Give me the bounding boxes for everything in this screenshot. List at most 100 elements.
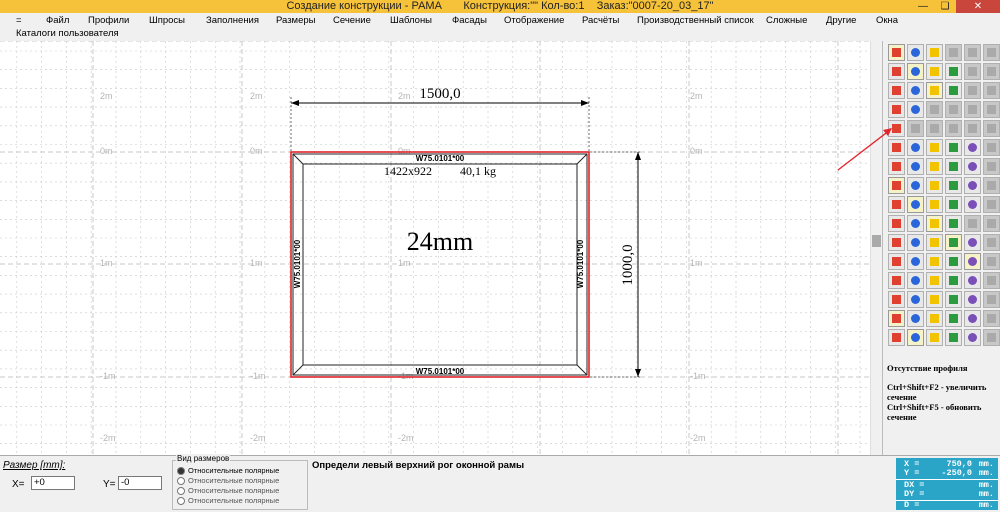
menu-item-dimensions[interactable]: Размеры — [276, 14, 315, 28]
shape2-tool-button[interactable] — [907, 196, 924, 213]
profile-tool-button[interactable] — [926, 63, 943, 80]
shape5-tool-button[interactable] — [964, 196, 981, 213]
radio-option-1[interactable]: Относительные полярные — [177, 466, 279, 476]
zoom-out-tool-button[interactable] — [888, 234, 905, 251]
grid-yellow-tool-button[interactable] — [888, 291, 905, 308]
menu-item-fillings[interactable]: Заполнения — [206, 14, 259, 28]
arc-tool-button[interactable] — [926, 44, 943, 61]
shape3-tool-button[interactable] — [926, 177, 943, 194]
door-tool-button[interactable] — [926, 291, 943, 308]
cross-tool-button[interactable] — [888, 253, 905, 270]
mirror-tool-button[interactable] — [907, 139, 924, 156]
ghost-tool-button — [945, 120, 962, 137]
numbers-tool-button[interactable] — [926, 158, 943, 175]
shutter-tool-button[interactable] — [945, 291, 962, 308]
drawing-svg[interactable]: 0m 0m 0m 0m1m 1m 1m 1m-1m -1m -1m -1m2m 2m 2m 2m-2m -… — [0, 41, 870, 455]
radio-option-2[interactable]: Относительные полярные — [177, 476, 279, 486]
cross-red-tool-button[interactable] — [945, 272, 962, 289]
color-wheel-tool-button[interactable] — [907, 253, 924, 270]
minimize-button[interactable]: — — [912, 0, 934, 13]
menu-item-user-catalogs[interactable]: Каталоги пользователя — [16, 27, 119, 41]
menu-item-calculations[interactable]: Расчёты — [582, 14, 619, 28]
menu-item-display[interactable]: Отображение — [504, 14, 564, 28]
close-button[interactable]: ✕ — [956, 0, 1000, 13]
pencil-tool-button[interactable] — [888, 44, 905, 61]
undo-icon — [968, 238, 977, 247]
calc-tool-button[interactable] — [945, 82, 962, 99]
panel-tool-button[interactable] — [945, 310, 962, 327]
restore-button[interactable]: ❏ — [934, 0, 956, 13]
bookmark-tool-button[interactable] — [907, 272, 924, 289]
delete-tool-button[interactable] — [888, 101, 905, 118]
zoom-in-tool-button[interactable] — [907, 234, 924, 251]
expand-tool-button[interactable] — [926, 139, 943, 156]
undo-tool-button[interactable] — [964, 234, 981, 251]
x-input[interactable] — [31, 476, 75, 490]
menu-item-profiles[interactable]: Профили — [88, 14, 129, 28]
numbers-red-tool-button[interactable] — [945, 158, 962, 175]
shape-tool-button[interactable] — [888, 196, 905, 213]
shape5-tool-button[interactable] — [964, 177, 981, 194]
cards-tool-button[interactable] — [888, 272, 905, 289]
shape-tool-button[interactable] — [888, 177, 905, 194]
arrow-up-tool-button[interactable] — [888, 82, 905, 99]
globe-tool-button[interactable] — [945, 234, 962, 251]
menu-item-system[interactable]: = — [16, 14, 22, 28]
height-dimension-label[interactable]: 1000,0 — [620, 244, 636, 285]
question-tool-button[interactable] — [964, 272, 981, 289]
xyz2-tool-button[interactable] — [907, 310, 924, 327]
menu-item-file[interactable]: Файл — [46, 14, 69, 28]
shape2-tool-button[interactable] — [907, 177, 924, 194]
dxf2-tool-button[interactable] — [945, 215, 962, 232]
chart-tool-button[interactable] — [926, 253, 943, 270]
drawing-canvas[interactable]: 0m 0m 0m 0m 1m 1m 1m 1m -1m -1m -1m -1m 2m 2m 2m 2m -2m -… — [0, 41, 870, 455]
xyz-tool-button[interactable] — [888, 310, 905, 327]
frame-yellow-tool-button[interactable] — [964, 291, 981, 308]
frame-tool-button[interactable] — [888, 63, 905, 80]
dxf-tool-button[interactable] — [926, 215, 943, 232]
grid3-tool-button[interactable] — [888, 329, 905, 346]
shape4-tool-button[interactable] — [945, 177, 962, 194]
vertical-scroll-thumb[interactable] — [872, 235, 881, 247]
menu-item-section[interactable]: Сечение — [333, 14, 371, 28]
menu-item-facades[interactable]: Фасады — [452, 14, 487, 28]
profile-red-tool-button[interactable] — [945, 63, 962, 80]
copy-tool-button[interactable] — [926, 272, 943, 289]
grid-tool-button[interactable] — [926, 82, 943, 99]
h-tool-tool-button[interactable] — [945, 139, 962, 156]
menu-item-muntins[interactable]: Шпросы — [149, 14, 185, 28]
grid-red-tool-button[interactable] — [907, 329, 924, 346]
width-dimension[interactable]: 1500,0 — [290, 86, 590, 151]
arc-grid-tool-button[interactable] — [907, 82, 924, 99]
fill-yellow-tool-button[interactable] — [964, 329, 981, 346]
shape3-tool-button[interactable] — [926, 196, 943, 213]
shape6-tool-button[interactable] — [907, 215, 924, 232]
radio-option-4[interactable]: Относительные полярные — [177, 496, 279, 506]
menu-item-windows[interactable]: Окна — [876, 14, 898, 28]
y-input[interactable] — [118, 476, 162, 490]
grid2-tool-button[interactable] — [907, 291, 924, 308]
square2-tool-button[interactable] — [907, 158, 924, 175]
grid-label: 0m — [690, 146, 703, 156]
check-tool-button[interactable] — [964, 253, 981, 270]
paint-tool-button[interactable] — [888, 215, 905, 232]
pen-tool-button[interactable] — [945, 253, 962, 270]
width-dimension-label[interactable]: 1500,0 — [419, 86, 460, 102]
stairs-tool-button[interactable] — [964, 310, 981, 327]
scn-tool-button[interactable] — [926, 310, 943, 327]
menu-item-other[interactable]: Другие — [826, 14, 856, 28]
menu-item-complex[interactable]: Сложные — [766, 14, 807, 28]
fill-label: 24mm — [407, 227, 473, 256]
blue-tool-tool-button[interactable] — [964, 158, 981, 175]
impost-tool-button[interactable] — [907, 101, 924, 118]
x-tool-tool-button[interactable] — [964, 139, 981, 156]
menu-item-production-list[interactable]: Производственный список — [637, 14, 754, 28]
measure-tool-button[interactable] — [907, 44, 924, 61]
frame-split-tool-button[interactable] — [907, 63, 924, 80]
arch2-tool-button[interactable] — [945, 329, 962, 346]
menu-item-templates[interactable]: Шаблоны — [390, 14, 432, 28]
arch-tool-button[interactable] — [926, 329, 943, 346]
radio-option-3[interactable]: Относительные полярные — [177, 486, 279, 496]
shape4-tool-button[interactable] — [945, 196, 962, 213]
zoom-fit-tool-button[interactable] — [926, 234, 943, 251]
